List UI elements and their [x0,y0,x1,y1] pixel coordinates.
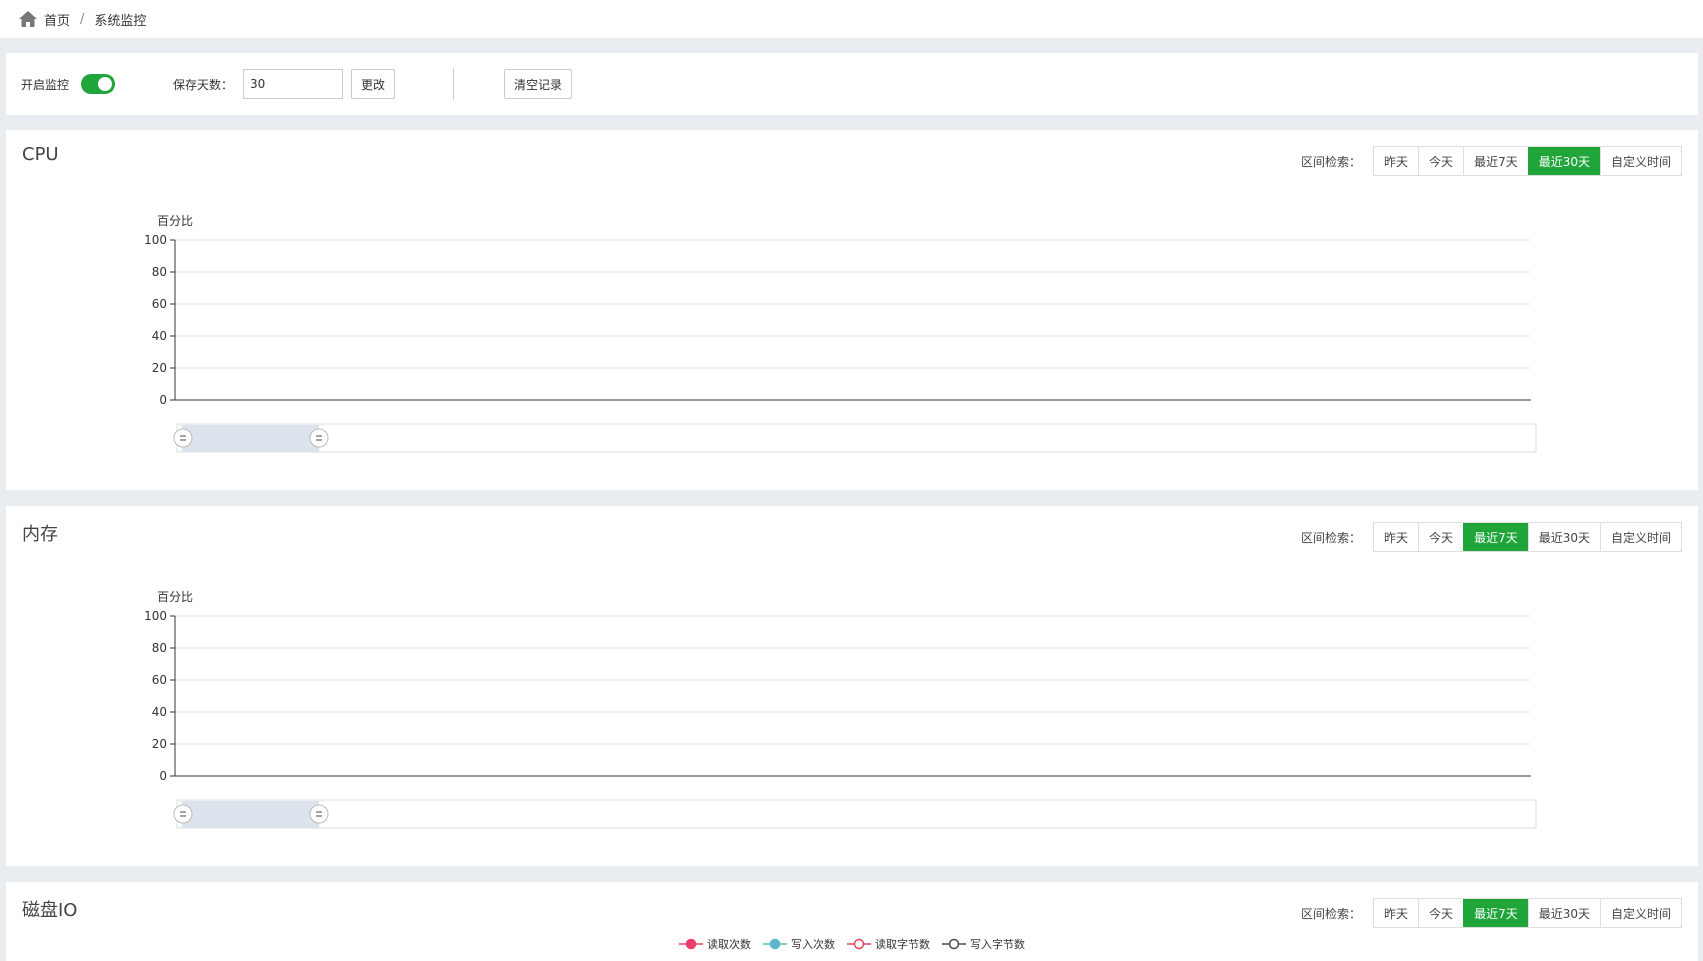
memory-panel: 内存 区间检索： 昨天 今天 最近7天 最近30天 自定义时间 百分比 100 80 60 40… [6,506,1698,866]
monitor-toggle[interactable] [81,74,116,94]
y-tick-label: 40 [152,329,167,343]
legend-item[interactable]: 读取字节数 [847,936,930,952]
legend-label: 写入次数 [791,938,835,951]
legend-item[interactable]: 写入字节数 [942,936,1025,952]
toggle-knob [98,77,113,91]
breadcrumb-separator: / [80,11,85,27]
y-tick-label: 40 [152,705,167,719]
y-tick-label: 20 [152,737,167,751]
range-option[interactable]: 最近30天 [1527,899,1600,927]
zoom-slider-handle[interactable] [173,428,193,448]
legend-marker-icon [763,938,787,950]
legend-label: 读取字节数 [875,938,930,951]
divider [453,68,455,100]
monitor-toolbar: 开启监控 保存天数： 更改 清空记录 [6,53,1698,115]
zoom-slider-window[interactable] [182,425,319,452]
disk-io-panel: 磁盘IO 区间检索： 昨天 今天 最近7天 最近30天 自定义时间 读取次数 写入次数 读取… [6,882,1698,961]
range-option[interactable]: 今天 [1418,899,1464,927]
memory-chart: 百分比 100 80 60 40 20 0 [144,590,1537,829]
y-tick-label: 60 [152,673,167,687]
range-option[interactable]: 最近7天 [1463,899,1528,927]
home-icon[interactable] [18,9,38,29]
range-options: 昨天 今天 最近7天 最近30天 自定义时间 [1373,898,1682,928]
y-tick-label: 60 [152,297,167,311]
legend-label: 读取次数 [707,938,751,951]
breadcrumb-home[interactable]: 首页 [44,10,70,29]
range-option[interactable]: 自定义时间 [1599,899,1681,927]
chart-legend: 读取次数 写入次数 读取字节数 写入字节数 [6,936,1698,952]
legend-label: 写入字节数 [970,938,1025,951]
change-button[interactable]: 更改 [351,69,396,99]
breadcrumb: 首页 / 系统监控 [0,0,1703,38]
zoom-slider-handle[interactable] [173,804,193,824]
days-input[interactable] [243,69,344,99]
legend-item[interactable]: 写入次数 [763,936,835,952]
y-axis-label: 百分比 [157,214,193,228]
days-label: 保存天数： [173,77,234,92]
y-tick-label: 100 [144,233,167,247]
y-tick-label: 80 [152,265,167,279]
legend-marker-icon [847,938,871,950]
y-axis-label: 百分比 [157,590,193,604]
monitor-label: 开启监控 [21,77,70,92]
legend-marker-icon [679,938,703,950]
cpu-panel: CPU 区间检索： 昨天 今天 最近7天 最近30天 自定义时间 百分比 100 80 60 4… [6,130,1698,490]
legend-item[interactable]: 读取次数 [679,936,751,952]
zoom-slider-track[interactable] [176,423,1537,453]
range-filter: 区间检索： 昨天 今天 最近7天 最近30天 自定义时间 [1301,898,1682,928]
range-label: 区间检索： [1301,906,1362,921]
y-tick-label: 20 [152,361,167,375]
breadcrumb-current: 系统监控 [94,13,147,29]
range-option[interactable]: 昨天 [1374,899,1419,927]
zoom-slider-handle[interactable] [309,428,329,448]
zoom-slider-track[interactable] [176,799,1537,829]
y-tick-label: 80 [152,641,167,655]
cpu-chart: 百分比 100 80 60 40 20 0 [144,214,1537,453]
zoom-slider-window[interactable] [182,801,319,828]
zoom-slider-handle[interactable] [309,804,329,824]
panel-title: 磁盘IO [22,900,78,921]
legend-marker-icon [942,938,966,950]
y-tick-label: 0 [159,393,167,407]
y-tick-label: 0 [159,769,167,783]
clear-records-button[interactable]: 清空记录 [504,69,573,99]
y-tick-label: 100 [144,609,167,623]
